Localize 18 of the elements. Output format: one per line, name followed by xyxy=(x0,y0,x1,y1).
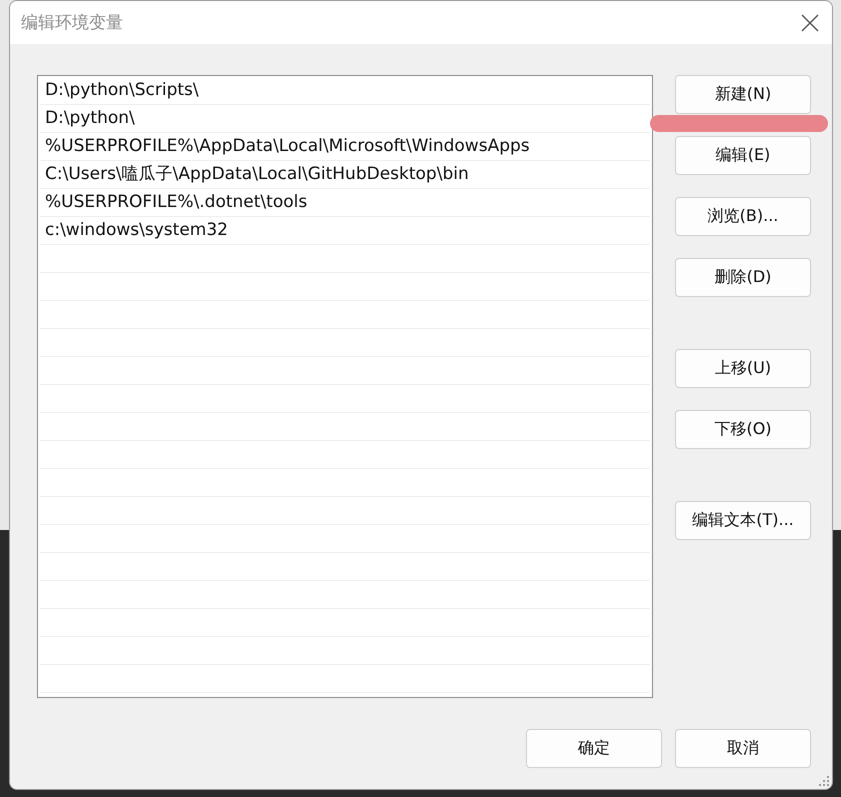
action-button[interactable]: 编辑(E) xyxy=(675,136,811,175)
close-icon[interactable] xyxy=(801,14,819,32)
path-entry[interactable]: C:\Users\嗑瓜子\AppData\Local\GitHubDesktop\bin xyxy=(40,161,650,189)
action-button[interactable]: 编辑文本(T)... xyxy=(675,501,811,540)
path-entry[interactable]: c:\windows\system32 xyxy=(40,217,650,245)
action-button[interactable]: 上移(U) xyxy=(675,349,811,388)
path-entry[interactable]: D:\python\Scripts\ xyxy=(40,77,650,105)
window-title: 编辑环境变量 xyxy=(21,12,123,34)
action-button[interactable]: 删除(D) xyxy=(675,258,811,297)
path-entry[interactable]: %USERPROFILE%\AppData\Local\Microsoft\WindowsApps xyxy=(40,133,650,161)
action-button[interactable]: 浏览(B)... xyxy=(675,197,811,236)
action-button[interactable]: 新建(N) xyxy=(675,75,811,114)
resize-grip-icon[interactable] xyxy=(819,776,829,786)
action-button[interactable]: 下移(O) xyxy=(675,410,811,449)
path-entry[interactable]: D:\python\ xyxy=(40,105,650,133)
dialog-button[interactable]: 确定 xyxy=(526,729,662,768)
dialog-button[interactable]: 取消 xyxy=(675,729,811,768)
path-entry[interactable]: %USERPROFILE%\.dotnet\tools xyxy=(40,189,650,217)
